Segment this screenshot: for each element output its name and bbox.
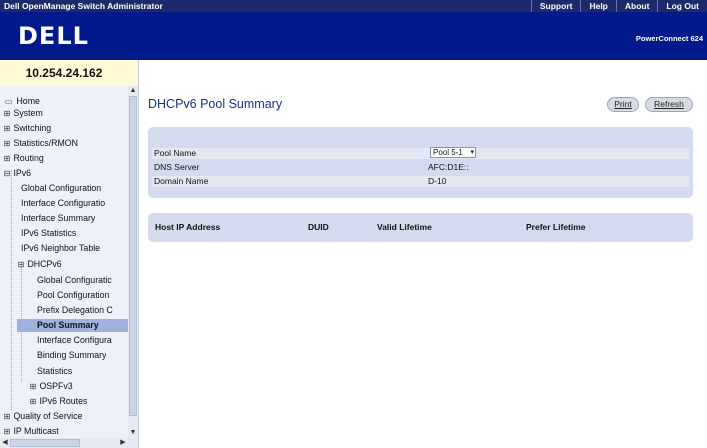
scrollbar-thumb[interactable] bbox=[10, 439, 80, 447]
collapse-minus-icon[interactable]: ⊟ bbox=[17, 258, 25, 271]
chevron-down-icon: ▾ bbox=[470, 149, 474, 156]
page-title: DHCPv6 Pool Summary bbox=[148, 97, 283, 111]
scroll-right-arrow-icon[interactable]: ▶ bbox=[118, 438, 128, 448]
domain-name-value: D-10 bbox=[428, 176, 447, 186]
domain-name-label: Domain Name bbox=[154, 176, 209, 186]
tree-item-ipv6[interactable]: ⊟ IPv6 bbox=[3, 167, 31, 180]
tree-item-routing[interactable]: ⊞ Routing bbox=[3, 152, 44, 165]
tree-item-ospfv3[interactable]: ⊞ OSPFv3 bbox=[29, 380, 73, 393]
tree-item-dhcpv6-interface-configuration[interactable]: Interface Configura bbox=[37, 334, 112, 347]
pool-name-label: Pool Name bbox=[154, 148, 197, 158]
tree-item-ipv6-interface-summary[interactable]: Interface Summary bbox=[21, 212, 95, 225]
help-link[interactable]: Help bbox=[580, 0, 615, 12]
ip-address: 10.254.24.162 bbox=[25, 66, 103, 80]
domain-name-row: Domain Name D-10 bbox=[152, 176, 689, 187]
logout-link[interactable]: Log Out bbox=[657, 0, 707, 12]
tree-item-statistics-rmon[interactable]: ⊞ Statistics/RMON bbox=[3, 137, 78, 150]
support-link[interactable]: Support bbox=[530, 0, 581, 12]
tree-item-ipv6-neighbor-table[interactable]: IPv6 Neighbor Table bbox=[21, 242, 100, 255]
ip-address-box: 10.254.24.162 bbox=[0, 60, 138, 87]
sidebar: 10.254.24.162 ▭ Home ⊞ System ⊞ Switchin… bbox=[0, 60, 139, 448]
tree-vertical-scrollbar[interactable]: ▲ ▼ bbox=[128, 86, 138, 438]
tree-item-pool-summary[interactable]: Pool Summary bbox=[17, 319, 128, 332]
navigation-tree: ▭ Home ⊞ System ⊞ Switching ⊞ Statistics… bbox=[0, 86, 128, 438]
product-name: PowerConnect 624 bbox=[635, 34, 703, 43]
app-title: Dell OpenManage Switch Administrator bbox=[4, 1, 163, 11]
pool-summary-panel: Pool Name Pool 5-1 ▾ DNS Server AFC:D1E:… bbox=[148, 127, 693, 198]
about-link[interactable]: About bbox=[615, 0, 658, 12]
tree-item-dhcpv6[interactable]: ⊟ DHCPv6 bbox=[17, 258, 62, 271]
tree-item-quality-of-service[interactable]: ⊞ Quality of Service bbox=[3, 410, 83, 423]
scroll-left-arrow-icon[interactable]: ◀ bbox=[0, 438, 10, 448]
header-banner: DELL PowerConnect 624 bbox=[0, 12, 707, 60]
dns-server-row: DNS Server AFC:D1E:: bbox=[152, 162, 689, 173]
top-nav: Support Help About Log Out bbox=[530, 0, 707, 12]
expand-plus-icon[interactable]: ⊞ bbox=[3, 410, 11, 423]
scroll-up-arrow-icon[interactable]: ▲ bbox=[128, 86, 138, 96]
tree-item-ip-multicast[interactable]: ⊞ IP Multicast bbox=[3, 425, 59, 438]
expand-plus-icon[interactable]: ⊞ bbox=[3, 425, 11, 438]
pool-name-row: Pool Name Pool 5-1 ▾ bbox=[152, 147, 689, 159]
column-header-prefer-lifetime: Prefer Lifetime bbox=[526, 222, 586, 232]
scroll-down-arrow-icon[interactable]: ▼ bbox=[128, 428, 138, 438]
expand-plus-icon[interactable]: ⊞ bbox=[3, 152, 11, 165]
tree-item-pool-configuration[interactable]: Pool Configuration bbox=[37, 289, 109, 302]
expand-plus-icon[interactable]: ⊞ bbox=[3, 137, 11, 150]
column-header-host-ip-address: Host IP Address bbox=[155, 222, 221, 232]
tree-item-binding-summary[interactable]: Binding Summary bbox=[37, 349, 106, 362]
tree-item-ipv6-global-configuration[interactable]: Global Configuration bbox=[21, 182, 101, 195]
tree-item-switching[interactable]: ⊞ Switching bbox=[3, 122, 51, 135]
tree-item-ipv6-interface-configuration[interactable]: Interface Configuratio bbox=[21, 197, 105, 210]
expand-plus-icon[interactable]: ⊞ bbox=[29, 380, 37, 393]
tree-item-prefix-delegation[interactable]: Prefix Delegation C bbox=[37, 304, 113, 317]
scrollbar-thumb[interactable] bbox=[129, 96, 137, 416]
tree-item-ipv6-routes[interactable]: ⊞ IPv6 Routes bbox=[29, 395, 88, 408]
tree-item-dhcpv6-global-configuration[interactable]: Global Configuratic bbox=[37, 274, 112, 287]
tree-item-dhcpv6-statistics[interactable]: Statistics bbox=[37, 365, 72, 378]
refresh-button[interactable]: Refresh bbox=[645, 97, 693, 112]
tree-item-system[interactable]: ⊞ System bbox=[3, 107, 43, 120]
tree-item-ipv6-statistics[interactable]: IPv6 Statistics bbox=[21, 227, 76, 240]
dns-server-label: DNS Server bbox=[154, 162, 200, 172]
column-header-valid-lifetime: Valid Lifetime bbox=[377, 222, 432, 232]
dns-server-value: AFC:D1E:: bbox=[428, 162, 469, 172]
pool-name-select[interactable]: Pool 5-1 ▾ bbox=[430, 147, 476, 158]
binding-table-panel: Host IP Address DUID Valid Lifetime Pref… bbox=[148, 213, 693, 242]
tree-guide-ipv6 bbox=[11, 170, 12, 410]
collapse-minus-icon[interactable]: ⊟ bbox=[3, 167, 11, 180]
expand-plus-icon[interactable]: ⊞ bbox=[29, 395, 37, 408]
top-bar: Dell OpenManage Switch Administrator Sup… bbox=[0, 0, 707, 12]
column-header-duid: DUID bbox=[308, 222, 329, 232]
print-button[interactable]: Print bbox=[607, 97, 639, 112]
tree-horizontal-scrollbar[interactable]: ◀ ▶ bbox=[0, 438, 138, 448]
expand-plus-icon[interactable]: ⊞ bbox=[3, 107, 11, 120]
dell-logo: DELL bbox=[18, 22, 89, 50]
expand-plus-icon[interactable]: ⊞ bbox=[3, 122, 11, 135]
